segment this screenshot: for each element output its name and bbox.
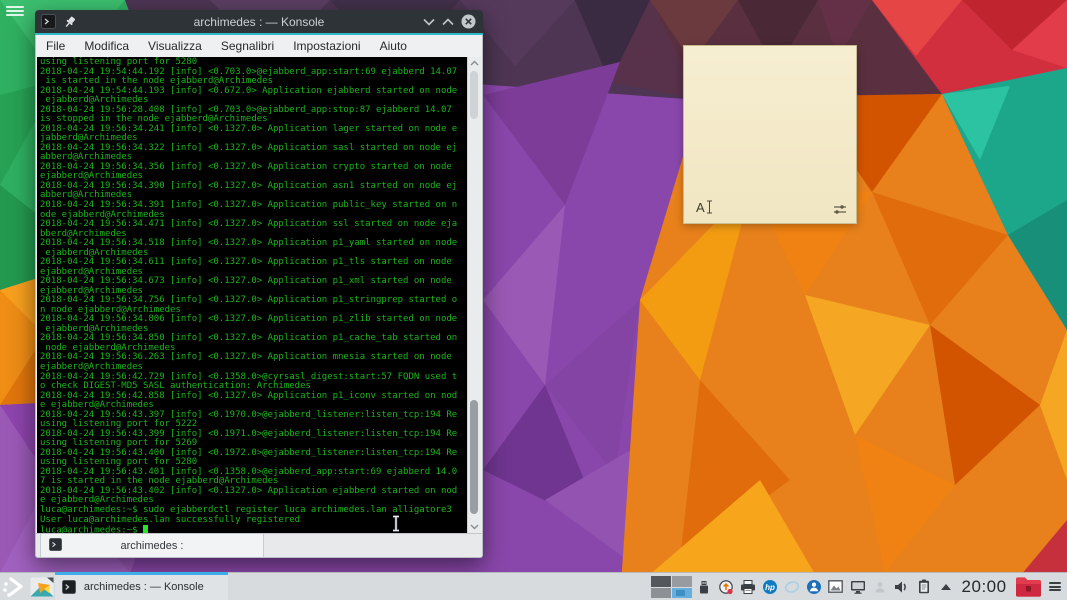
tab-bar: archimedes : [36,533,482,557]
display-icon[interactable] [850,579,866,595]
hp-icon[interactable]: hp [762,579,778,595]
system-tray: hp [696,579,954,595]
red-folder-icon[interactable] [1015,576,1042,598]
tab-label: archimedes : [120,539,184,552]
terminal-scrollbar[interactable] [467,57,481,533]
virtual-desktop-pager [651,575,692,598]
desktop-folder-icon [30,577,54,596]
menu-item-file[interactable]: File [46,39,65,53]
clipboard-icon[interactable] [916,579,932,595]
minimize-button[interactable] [423,18,435,26]
terminal-output: using listening port for 5280 2018-04-24 … [40,57,467,533]
app-launcher-button[interactable] [0,573,28,600]
note-text-area[interactable]: A [696,200,713,215]
kde-launcher-icon [3,576,23,597]
user-away-icon[interactable] [872,579,888,595]
konsole-tab-icon [49,538,62,551]
taskbar-panel: archimedes : — Konsole hp 20:00 [0,572,1067,600]
tab-archimedes[interactable]: archimedes : [40,534,264,557]
touchpad-icon[interactable] [784,579,800,595]
konsole-icon [41,14,56,29]
scrollbar-thumb[interactable] [470,399,478,514]
close-button[interactable] [461,14,476,29]
window-titlebar[interactable]: archimedes : — Konsole [35,10,483,33]
pin-icon[interactable] [63,15,77,29]
panel-hamburger-icon[interactable] [1048,581,1061,593]
pager-desktop-1[interactable] [651,576,671,587]
terminal-line-48: User luca@archimedes.lan successfully re… [40,514,301,525]
user-online-icon[interactable] [806,579,822,595]
konsole-window: archimedes : — Konsole File Modifica Visua… [35,10,483,558]
terminal-cursor [142,525,149,533]
menu-item-modifica[interactable]: Modifica [84,39,129,53]
terminal-view[interactable]: using listening port for 5280 2018-04-24 … [37,57,481,533]
sticky-note-widget[interactable]: A [683,45,857,224]
active-task-highlight [54,572,229,575]
device-notifier-icon[interactable] [696,579,712,595]
menu-item-visualizza[interactable]: Visualizza [148,39,202,53]
menu-item-aiuto[interactable]: Aiuto [380,39,407,53]
clock[interactable]: 20:00 [962,577,1007,597]
pager-desktop-4[interactable] [672,587,692,598]
menu-item-impostazioni[interactable]: Impostazioni [293,39,360,53]
pager-window-thumb [676,589,686,596]
updates-icon[interactable] [718,579,734,595]
pager-desktop-2[interactable] [672,576,692,587]
task-button-konsole[interactable]: archimedes : — Konsole [54,572,229,600]
scrollbar-up-arrow-icon[interactable] [468,57,481,69]
tray-expand-icon[interactable] [938,579,954,595]
note-text-cursor [706,200,712,214]
window-title: archimedes : — Konsole [193,14,325,29]
printer-icon[interactable] [740,579,756,595]
svg-text:hp: hp [765,583,775,592]
scrollbar-ghost [470,71,478,119]
scrollbar-down-arrow-icon[interactable] [468,521,481,533]
menu-item-segnalibri[interactable]: Segnalibri [221,39,274,53]
task-label: archimedes : — Konsole [83,580,204,593]
folder-view-button[interactable] [28,573,55,600]
note-text: A [696,200,705,215]
konsole-task-icon [61,579,76,594]
maximize-button[interactable] [442,17,454,26]
terminal-line-49: luca@archimedes:~$ [40,525,467,533]
menu-bar: File Modifica Visualizza Segnalibri Impostaz… [36,35,482,57]
volume-icon[interactable] [894,579,910,595]
screenshot-icon[interactable] [828,579,844,595]
desktop-toolbox-hamburger-icon[interactable] [5,4,25,20]
pager-desktop-3[interactable] [651,587,671,598]
note-settings-icon[interactable] [833,204,847,215]
